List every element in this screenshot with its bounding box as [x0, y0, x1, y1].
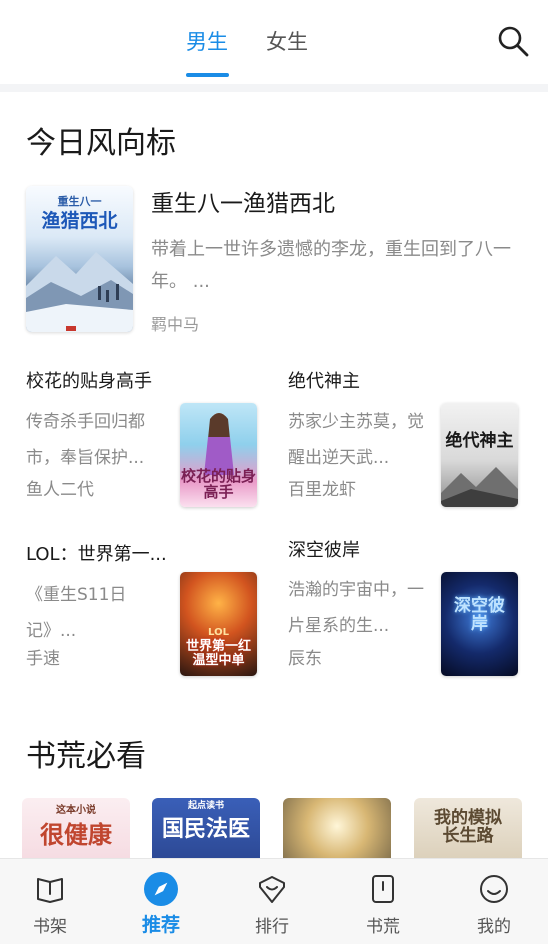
book-author: 手速 [26, 649, 60, 669]
book-author: 辰东 [288, 649, 322, 669]
book-cover[interactable]: 这本小说 很健康 [22, 798, 130, 858]
book-cover[interactable]: 深空彼岸 [441, 572, 518, 676]
book-desc: 苏家少主苏莫，觉醒出逆天武... [288, 412, 424, 468]
nav-label: 推荐 [141, 914, 180, 936]
nav-label: 书架 [33, 917, 67, 937]
bottom-nav: 书架 推荐 排行 书荒 我的 [0, 858, 548, 944]
book-desc: 《重生S11日记》... [26, 585, 127, 641]
active-tab-indicator [186, 73, 229, 77]
nav-item-book-famine[interactable]: 书荒 [343, 859, 423, 944]
book-cover[interactable] [283, 798, 391, 858]
snow-mountain-illustration [26, 252, 133, 332]
book-author: 百里龙虾 [288, 480, 356, 500]
book-desc: 传奇杀手回归都市，奉旨保护... [26, 412, 145, 468]
bookshelf-icon [37, 878, 63, 903]
search-icon[interactable] [496, 24, 530, 58]
cover-title-text: 校花的贴身高手 [180, 467, 256, 501]
cover-title-text: 我的模拟长生路 [434, 808, 502, 846]
ranking-icon [259, 876, 285, 903]
cover-badge-text: 起点读书 [187, 801, 224, 811]
compass-icon [144, 872, 178, 906]
nav-label: 我的 [477, 917, 511, 937]
ink-mountain-illustration [441, 467, 518, 507]
book-author: 鱼人二代 [26, 480, 94, 500]
content-area: 今日风向标 重生八一 渔猎西北 重生八一渔猎西北 带着上一世许多遗憾的李龙，重生… [0, 92, 548, 858]
cover-main-text: 渔猎西北 [41, 210, 118, 232]
nav-item-recommend[interactable]: 推荐 [121, 859, 201, 944]
book-icon [372, 875, 394, 903]
featured-book-author: 羁中马 [151, 315, 200, 334]
nav-item-ranking[interactable]: 排行 [232, 859, 312, 944]
book-title[interactable]: 深空彼岸 [288, 538, 360, 564]
cover-badge-text: 这本小说 [56, 805, 96, 816]
tab-male[interactable]: 男生 [186, 28, 228, 56]
nav-item-bookshelf[interactable]: 书架 [10, 859, 90, 944]
cover-title-text: 国民法医 [161, 817, 250, 842]
nav-label: 排行 [255, 917, 289, 937]
featured-book-desc: 带着上一世许多遗憾的李龙，重生回到了八一年。 ... [151, 239, 511, 292]
girl-illustration [204, 413, 234, 475]
book-title[interactable]: LOL：世界第一... [26, 542, 167, 568]
cover-title-text: 世界第一红温型中单 [185, 639, 251, 668]
book-cover[interactable]: LOL 世界第一红温型中单 [180, 572, 257, 676]
book-title[interactable]: 绝代神主 [288, 369, 360, 395]
featured-book-title[interactable]: 重生八一渔猎西北 [151, 189, 335, 219]
cover-title-text: 很健康 [40, 820, 112, 849]
book-cover[interactable]: 绝代神主 [441, 403, 518, 507]
nav-item-profile[interactable]: 我的 [454, 859, 534, 944]
profile-icon [480, 875, 508, 903]
book-cover[interactable]: 我的模拟长生路 [414, 798, 522, 858]
top-bar: 男生 女生 [0, 0, 548, 84]
book-desc: 浩瀚的宇宙中，一片星系的生... [288, 580, 424, 636]
cover-badge-text: LOL [208, 627, 229, 638]
featured-book-cover[interactable]: 重生八一 渔猎西北 [26, 186, 133, 332]
book-cover[interactable]: 校花的贴身高手 [180, 403, 257, 507]
tab-female[interactable]: 女生 [266, 28, 308, 56]
cover-title-text: 深空彼岸 [454, 596, 505, 634]
section-title-today: 今日风向标 [26, 126, 176, 161]
nav-label: 书荒 [366, 917, 400, 937]
book-cover[interactable]: 起点读书 国民法医 [152, 798, 260, 858]
cover-title-text: 绝代神主 [445, 431, 514, 451]
section-title-must-read: 书荒必看 [26, 739, 146, 774]
cover-top-text: 重生八一 [57, 195, 102, 208]
book-title[interactable]: 校花的贴身高手 [26, 369, 152, 395]
